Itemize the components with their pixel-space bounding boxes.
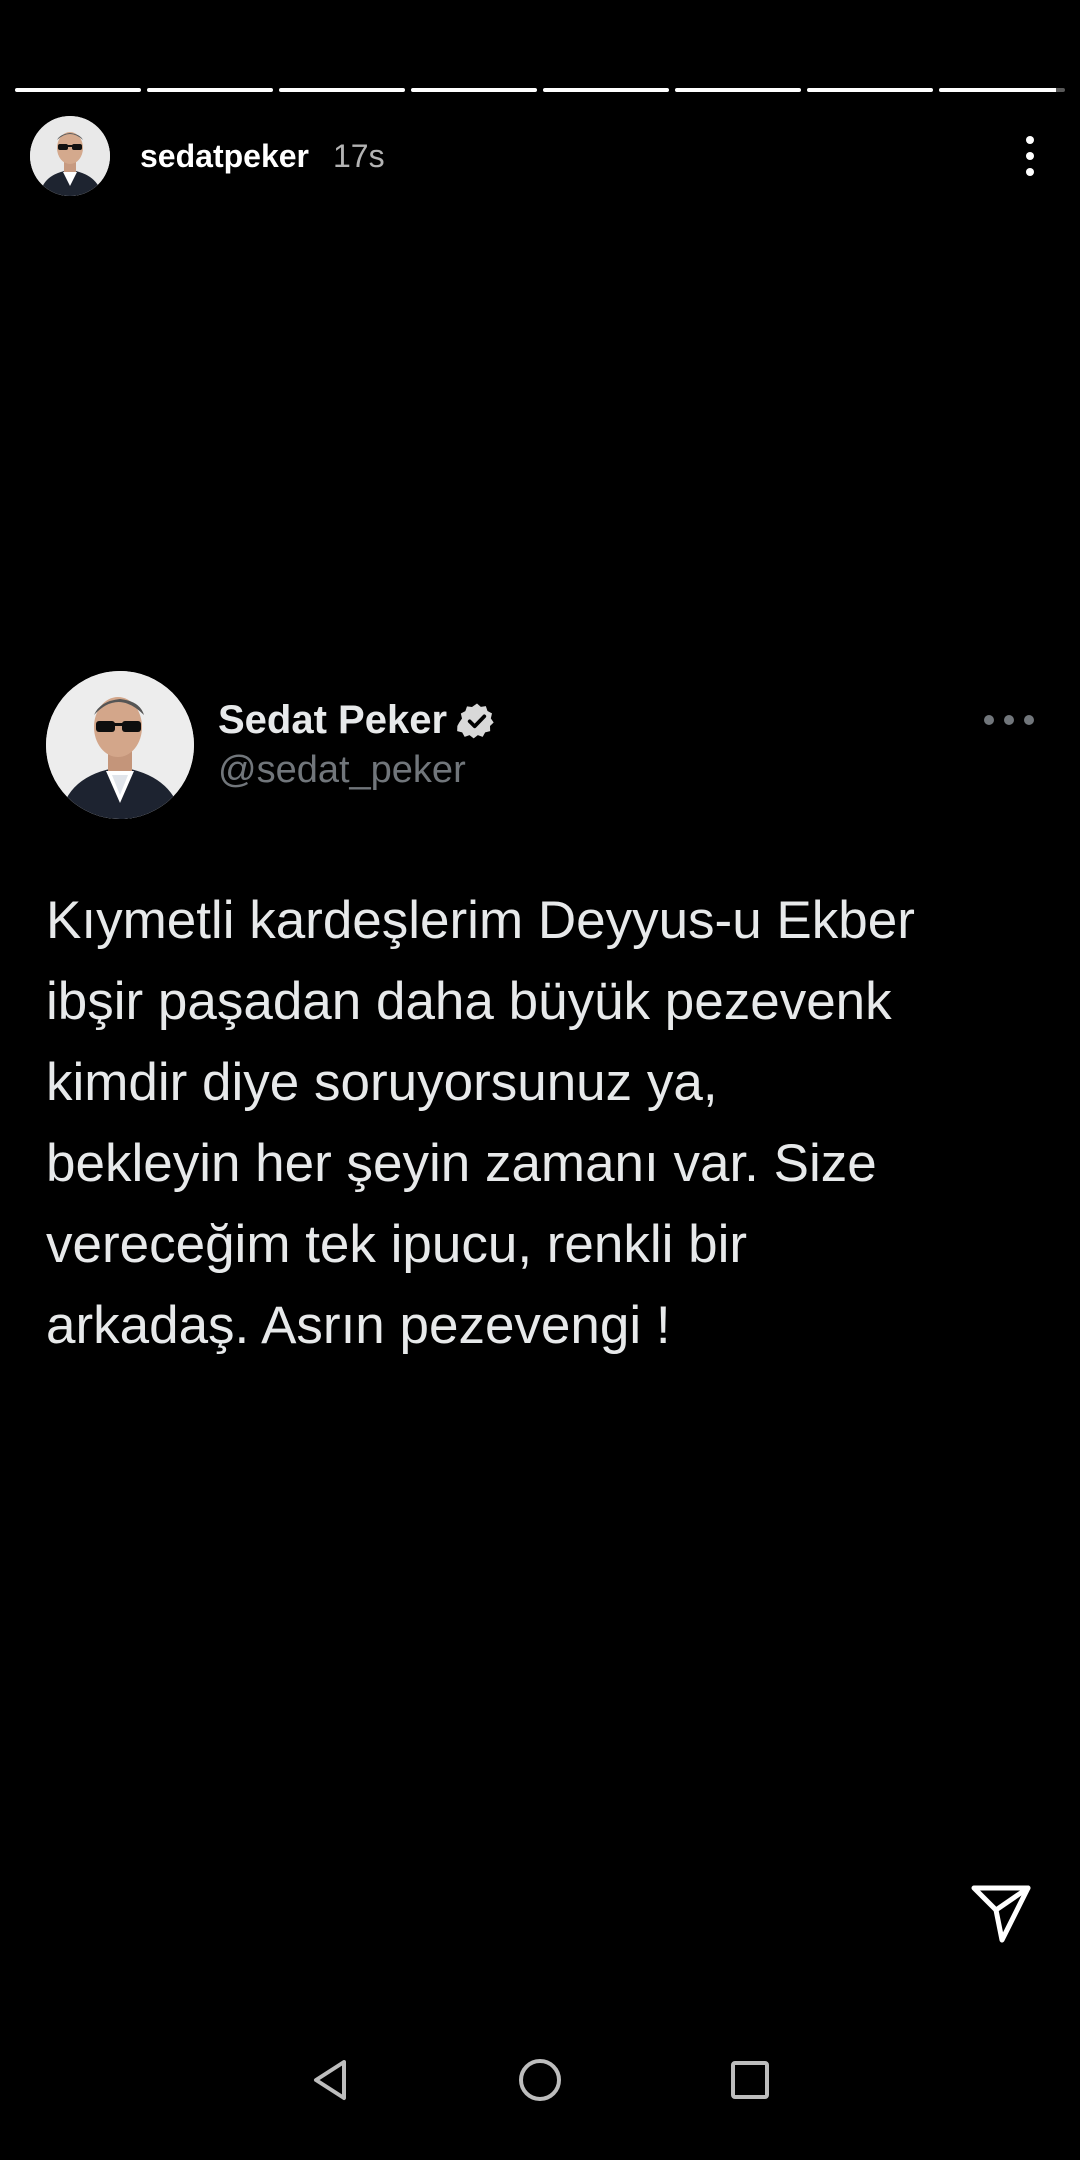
story-progress-fill bbox=[411, 88, 537, 92]
story-viewer: sedatpeker 17s Sedat Peker @sedat_peker … bbox=[0, 0, 1080, 2160]
story-progress-fill bbox=[15, 88, 141, 92]
story-progress-segment bbox=[939, 88, 1065, 92]
send-icon[interactable] bbox=[968, 1880, 1034, 1946]
tweet-text: Kıymetli kardeşlerim Deyyus-u Ekber ibşi… bbox=[46, 891, 915, 1355]
story-progress-fill bbox=[279, 88, 405, 92]
recents-icon[interactable] bbox=[720, 2050, 780, 2110]
story-progress-segment bbox=[543, 88, 669, 92]
tweet-name-row: Sedat Peker bbox=[218, 698, 497, 743]
verified-badge-icon bbox=[457, 703, 494, 738]
story-progress-segment bbox=[15, 88, 141, 92]
story-progress-segment bbox=[147, 88, 273, 92]
tweet-author-name: Sedat Peker bbox=[218, 698, 448, 742]
story-progress-bar bbox=[15, 88, 1065, 92]
tweet-card: Sedat Peker @sedat_peker Kıymetli kardeş… bbox=[46, 670, 1034, 1366]
story-progress-segment bbox=[411, 88, 537, 92]
story-progress-segment bbox=[675, 88, 801, 92]
story-username[interactable]: sedatpeker bbox=[140, 138, 309, 175]
tweet-author: Sedat Peker @sedat_peker bbox=[218, 698, 497, 792]
story-avatar[interactable] bbox=[30, 116, 110, 196]
more-horizontal-icon bbox=[984, 710, 1034, 730]
story-header: sedatpeker 17s bbox=[30, 116, 1050, 196]
story-progress-fill bbox=[675, 88, 801, 92]
tweet-header: Sedat Peker @sedat_peker bbox=[46, 670, 1034, 820]
story-timestamp: 17s bbox=[332, 137, 385, 174]
back-icon[interactable] bbox=[300, 2050, 360, 2110]
story-progress-fill bbox=[147, 88, 273, 92]
home-icon[interactable] bbox=[510, 2050, 570, 2110]
story-progress-segment bbox=[279, 88, 405, 92]
user-photo-icon bbox=[46, 671, 194, 819]
tweet-author-handle: @sedat_peker bbox=[218, 749, 466, 791]
story-progress-fill bbox=[543, 88, 669, 92]
tweet-avatar bbox=[46, 671, 194, 819]
more-vertical-icon[interactable] bbox=[1010, 126, 1050, 186]
story-progress-segment bbox=[807, 88, 933, 92]
system-navigation-bar bbox=[0, 2000, 1080, 2160]
story-progress-fill bbox=[939, 88, 1057, 92]
story-progress-fill bbox=[807, 88, 933, 92]
user-photo-icon bbox=[30, 116, 110, 196]
